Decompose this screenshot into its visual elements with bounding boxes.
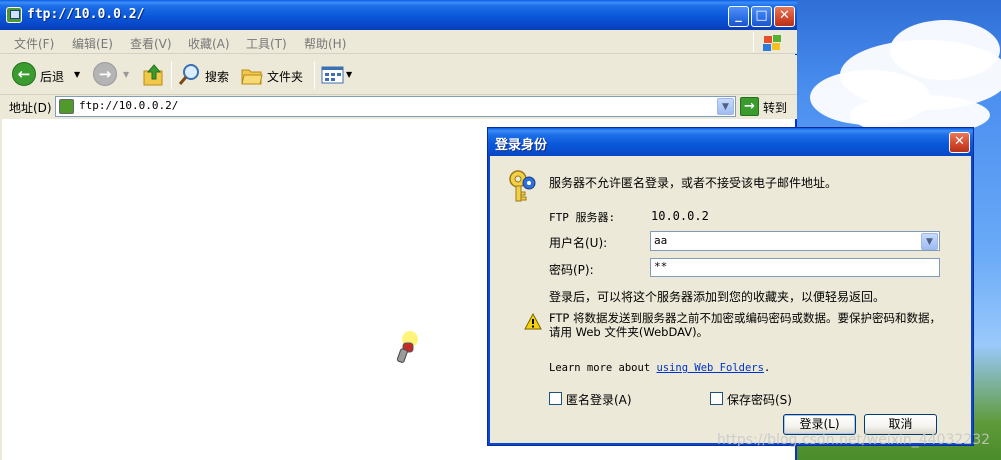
password-label: 密码(P): xyxy=(549,263,594,277)
title-bar[interactable]: ftp://10.0.0.2/ _ □ ✕ xyxy=(0,0,797,30)
ftp-folder-icon xyxy=(59,99,74,114)
close-button[interactable]: ✕ xyxy=(774,6,795,27)
checkbox-box[interactable] xyxy=(710,392,723,405)
menu-file[interactable]: 文件(F) xyxy=(14,35,54,52)
after-login-text: 登录后，可以将这个服务器添加到您的收藏夹，以便轻易返回。 xyxy=(549,290,886,304)
ftp-folder-icon xyxy=(6,7,22,23)
password-value: ** xyxy=(654,260,668,273)
window-title: ftp://10.0.0.2/ xyxy=(27,7,145,22)
minimize-button[interactable]: _ xyxy=(728,6,749,27)
checkbox-box[interactable] xyxy=(549,392,562,405)
learn-prefix: Learn more about xyxy=(549,362,657,374)
ftp-server-label: FTP 服务器: xyxy=(549,211,616,224)
username-value: aa xyxy=(654,234,668,247)
learn-suffix: . xyxy=(763,362,771,374)
dialog-message: 服务器不允许匿名登录，或者不接受该电子邮件地址。 xyxy=(549,176,838,190)
ftp-warning-text: FTP 将数据发送到服务器之前不加密或编码密码或数据。要保护密码和数据，请用 W… xyxy=(549,311,942,339)
folders-icon xyxy=(241,69,263,85)
address-value: ftp://10.0.0.2/ xyxy=(79,99,179,112)
busy-cursor-icon xyxy=(396,331,418,363)
username-dropdown-icon[interactable]: ▼ xyxy=(921,233,938,250)
dialog-title: 登录身份 xyxy=(495,138,548,153)
anonymous-login-checkbox[interactable]: 匿名登录(A) xyxy=(549,391,649,407)
web-folders-link[interactable]: using Web Folders xyxy=(656,362,763,374)
learn-more-text: Learn more about using Web Folders. xyxy=(549,362,770,374)
folders-label: 文件夹 xyxy=(267,70,304,84)
forward-button[interactable]: → ▼ xyxy=(93,62,133,88)
chevron-down-icon: ▼ xyxy=(74,70,81,79)
go-button[interactable]: → 转到 xyxy=(740,96,794,117)
username-combobox[interactable]: aa ▼ xyxy=(650,231,940,251)
address-label: 地址(D) xyxy=(9,101,52,115)
dialog-close-button[interactable]: ✕ xyxy=(949,132,970,153)
forward-arrow-icon: → xyxy=(93,62,117,86)
save-password-checkbox[interactable]: 保存密码(S) xyxy=(710,391,810,407)
go-label: 转到 xyxy=(763,101,788,115)
warning-icon xyxy=(524,313,542,330)
menu-favorites[interactable]: 收藏(A) xyxy=(188,35,230,52)
search-label: 搜索 xyxy=(205,70,230,84)
folder-up-icon xyxy=(143,64,163,86)
address-input[interactable]: ftp://10.0.0.2/ ▼ xyxy=(55,96,736,117)
save-password-label: 保存密码(S) xyxy=(727,393,792,407)
menu-edit[interactable]: 编辑(E) xyxy=(72,35,113,52)
chevron-down-icon: ▼ xyxy=(123,70,130,79)
toolbar-separator xyxy=(314,61,315,89)
go-arrow-icon: → xyxy=(740,97,759,116)
toolbar-separator xyxy=(171,61,172,89)
views-button[interactable]: ▼ xyxy=(321,62,357,88)
watermark: https://blog.csdn.net/weixin_44032232 xyxy=(717,432,991,448)
password-field[interactable]: ** xyxy=(650,258,940,277)
menu-help[interactable]: 帮助(H) xyxy=(304,35,346,52)
address-bar: 地址(D) ftp://10.0.0.2/ ▼ → 转到 xyxy=(0,95,797,119)
toolbar: ← 后退 ▼ → ▼ 搜索 文件夹 ▼ xyxy=(0,55,797,95)
maximize-button[interactable]: □ xyxy=(751,6,772,27)
folders-button[interactable]: 文件夹 xyxy=(240,62,308,88)
ftp-server-value: 10.0.0.2 xyxy=(651,209,709,223)
search-icon xyxy=(178,64,199,85)
windows-logo-icon xyxy=(753,32,789,52)
key-icon xyxy=(509,170,536,202)
dialog-title-bar[interactable]: 登录身份 ✕ xyxy=(488,128,973,156)
username-label: 用户名(U): xyxy=(549,236,608,250)
views-icon xyxy=(321,66,344,84)
anonymous-login-label: 匿名登录(A) xyxy=(566,393,632,407)
menu-tools[interactable]: 工具(T) xyxy=(246,35,287,52)
address-dropdown-icon[interactable]: ▼ xyxy=(717,98,734,115)
back-arrow-icon: ← xyxy=(12,62,36,86)
menu-bar: 文件(F) 编辑(E) 查看(V) 收藏(A) 工具(T) 帮助(H) xyxy=(0,30,797,54)
cloud xyxy=(890,20,1000,80)
up-folder-button[interactable] xyxy=(142,62,166,88)
login-dialog: 登录身份 ✕ 服务器不允许匿名登录，或者不接受该电子邮件地址。 FTP 服务器:… xyxy=(488,128,973,445)
menu-view[interactable]: 查看(V) xyxy=(130,35,172,52)
back-button[interactable]: ← 后退 ▼ xyxy=(12,62,84,88)
back-label: 后退 xyxy=(40,70,65,84)
search-button[interactable]: 搜索 xyxy=(178,62,233,88)
chevron-down-icon: ▼ xyxy=(346,70,353,79)
